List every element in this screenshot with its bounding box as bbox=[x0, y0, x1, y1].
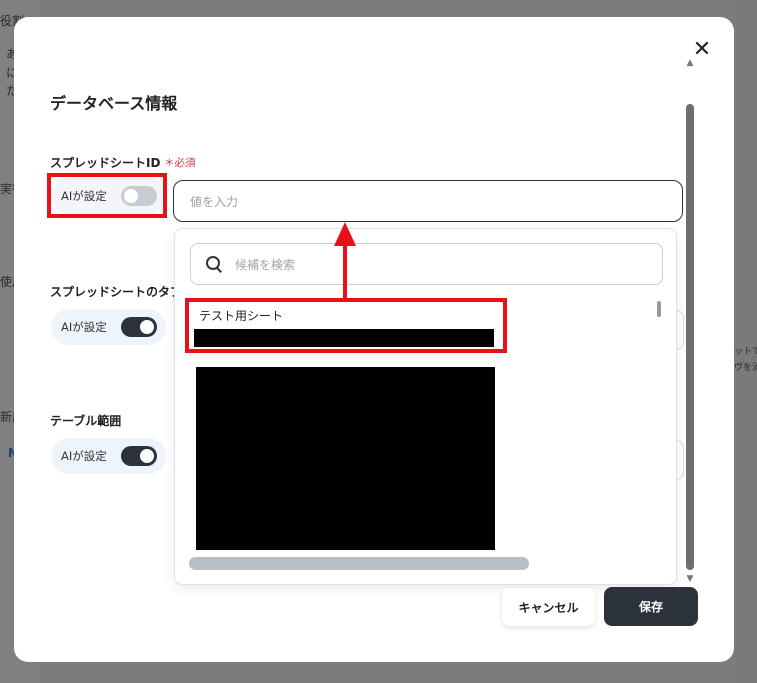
arrow-head bbox=[334, 222, 356, 246]
save-button-label: 保存 bbox=[638, 600, 663, 614]
save-button[interactable]: 保存 bbox=[604, 587, 698, 626]
cancel-button[interactable]: キャンセル bbox=[502, 588, 595, 626]
cancel-button-label: キャンセル bbox=[518, 600, 579, 615]
annotation-arrow bbox=[334, 222, 356, 300]
